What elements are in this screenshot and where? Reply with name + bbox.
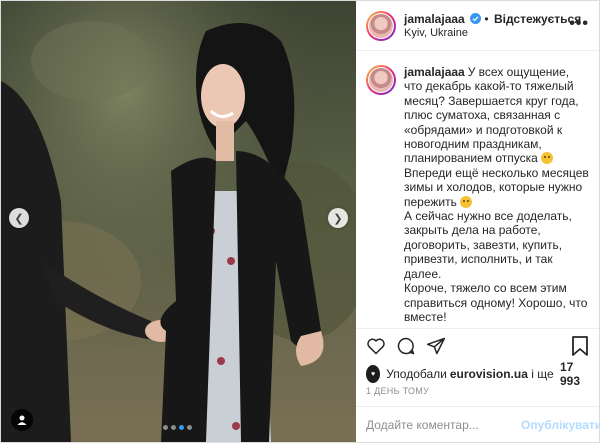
post-header: jamalajaaa • Відстежується Kyiv, Ukraine… bbox=[356, 1, 599, 51]
carousel-dot bbox=[163, 425, 168, 430]
comments-area: jamalajaaa У всех ощущение, что декабрь к… bbox=[356, 51, 599, 328]
previous-photo-button[interactable]: ❮ bbox=[9, 208, 29, 228]
worried-face-emoji bbox=[460, 195, 473, 208]
carousel-dot bbox=[179, 425, 184, 430]
caption-username-link[interactable]: jamalajaaa bbox=[404, 65, 465, 79]
eurovision-logo-icon: ♥ bbox=[371, 370, 376, 378]
user-icon bbox=[17, 415, 27, 425]
caption-avatar[interactable] bbox=[366, 65, 396, 95]
chevron-right-icon: ❯ bbox=[333, 212, 343, 225]
photo-scene bbox=[1, 1, 356, 442]
bookmark-icon[interactable] bbox=[571, 336, 589, 356]
publish-button[interactable]: Опублікувати bbox=[521, 418, 600, 432]
share-icon[interactable] bbox=[426, 336, 446, 356]
location-link[interactable]: Kyiv, Ukraine bbox=[404, 26, 581, 40]
carousel-dot bbox=[187, 425, 192, 430]
liker-avatar[interactable]: ♥ bbox=[366, 365, 381, 383]
chevron-left-icon: ❮ bbox=[14, 212, 24, 225]
post-sidebar: jamalajaaa • Відстежується Kyiv, Ukraine… bbox=[356, 1, 600, 442]
caption-text-3: А сейчас нужно все доделать, закрыть дел… bbox=[404, 209, 588, 324]
likes-prefix: Уподобали bbox=[386, 367, 447, 381]
comment-input[interactable] bbox=[366, 417, 521, 432]
carousel-indicator bbox=[163, 425, 192, 430]
likes-middle: і ще bbox=[527, 367, 557, 381]
liker-account-link[interactable]: eurovision.ua bbox=[450, 367, 528, 381]
post-caption: jamalajaaa У всех ощущение, что декабрь к… bbox=[404, 65, 589, 328]
more-options-icon[interactable]: ••• bbox=[569, 15, 589, 33]
verified-badge-icon bbox=[470, 12, 482, 24]
post-photo[interactable]: ❮ ❯ bbox=[1, 1, 356, 442]
next-photo-button[interactable]: ❯ bbox=[328, 208, 348, 228]
instagram-post: ❮ ❯ jamalajaaa • Відстежується Kyiv, Ukr… bbox=[0, 0, 600, 443]
comment-form: Опублікувати bbox=[356, 406, 600, 442]
heart-icon[interactable] bbox=[366, 336, 386, 356]
comment-icon[interactable] bbox=[396, 336, 416, 356]
separator: • bbox=[484, 11, 489, 26]
action-bar bbox=[356, 328, 599, 362]
following-button[interactable]: Відстежується bbox=[494, 12, 581, 26]
likes-count-link[interactable]: 17 993 bbox=[560, 360, 589, 388]
avatar[interactable] bbox=[366, 10, 396, 41]
tagged-users-button[interactable] bbox=[11, 409, 33, 431]
caption-text-1: У всех ощущение, что декабрь какой-то тя… bbox=[404, 65, 582, 166]
likes-summary: ♥ Уподобали eurovision.ua і ще 17 993 bbox=[356, 360, 599, 388]
username-link[interactable]: jamalajaaa bbox=[404, 12, 465, 26]
carousel-dot bbox=[171, 425, 176, 430]
post-timestamp[interactable]: 1 день тому bbox=[356, 386, 599, 402]
flushed-face-emoji bbox=[541, 152, 554, 165]
